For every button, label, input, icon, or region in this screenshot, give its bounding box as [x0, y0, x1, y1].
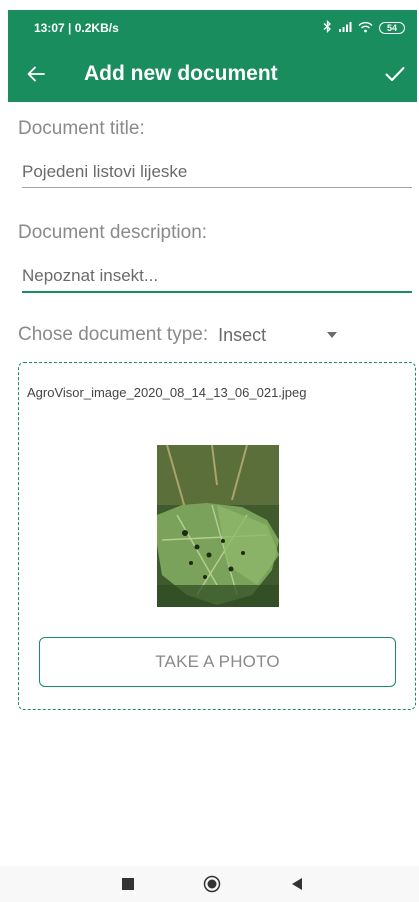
attachment-file-name: AgroVisor_image_2020_08_14_13_06_021.jpe…: [27, 385, 307, 400]
system-nav-bar: [0, 866, 419, 902]
status-time-speed: 13:07 | 0.2KB/s: [34, 21, 119, 35]
page-title: Add new document: [84, 62, 278, 85]
caret-down-icon: [326, 329, 338, 341]
take-photo-button[interactable]: TAKE A PHOTO: [39, 637, 396, 687]
check-icon[interactable]: [383, 62, 407, 86]
document-description-label: Document description:: [18, 222, 208, 243]
bluetooth-icon: [323, 19, 332, 36]
document-type-select[interactable]: Insect: [218, 325, 338, 346]
arrow-left-icon[interactable]: [26, 64, 46, 84]
attachment-card: AgroVisor_image_2020_08_14_13_06_021.jpe…: [18, 362, 416, 710]
signal-icon: [338, 21, 352, 35]
app-bar: Add new document: [8, 46, 417, 102]
document-title-input[interactable]: Pojedeni listovi lijeske: [22, 162, 412, 188]
leaf-photo-thumbnail[interactable]: [157, 445, 279, 607]
document-description-input[interactable]: Nepoznat insekt...: [22, 266, 412, 293]
status-icons: 54: [323, 19, 405, 36]
document-type-label: Chose document type:: [18, 324, 209, 345]
document-type-row: Chose document type: Insect: [18, 324, 338, 346]
wifi-icon: [358, 21, 373, 36]
recents-icon[interactable]: [118, 874, 138, 894]
screen: 13:07 | 0.2KB/s 54 Add new document Docu…: [0, 0, 419, 902]
document-type-value: Insect: [218, 324, 267, 345]
home-icon[interactable]: [202, 874, 222, 894]
battery-icon: 54: [379, 22, 405, 34]
document-title-label: Document title:: [18, 118, 145, 139]
back-triangle-icon[interactable]: [287, 874, 307, 894]
status-bar: 13:07 | 0.2KB/s 54: [8, 10, 417, 46]
